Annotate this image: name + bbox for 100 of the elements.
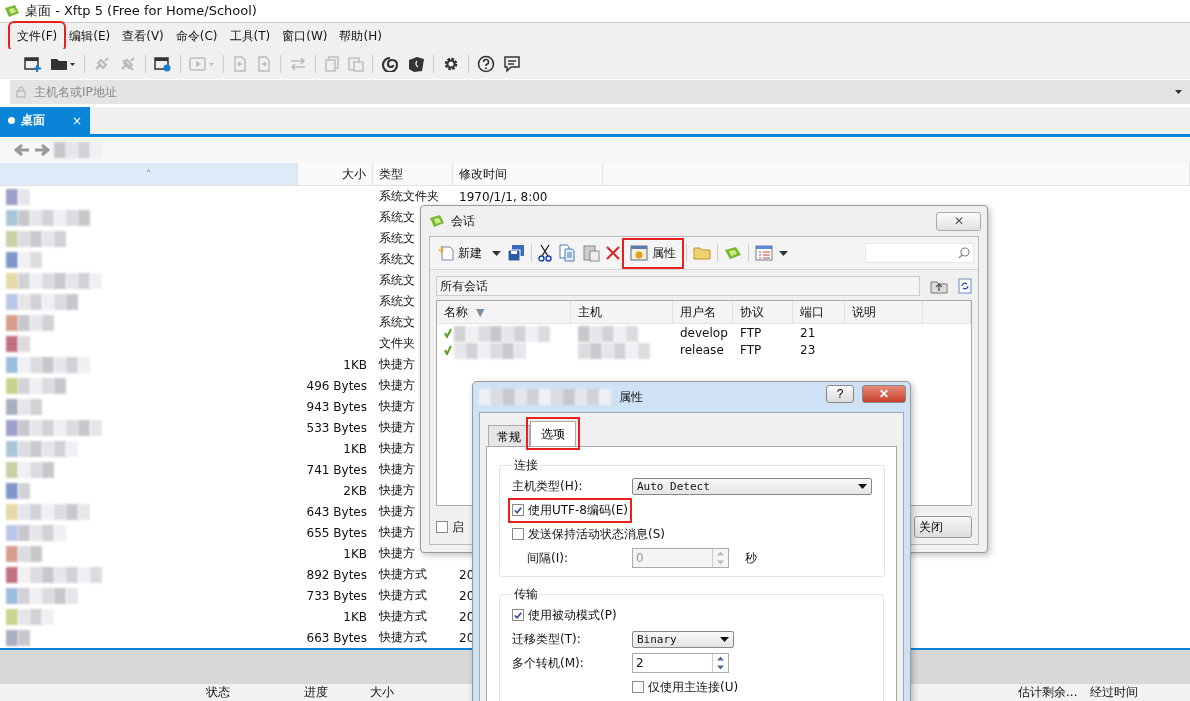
column-header[interactable]: 用户名: [673, 301, 733, 323]
table-cell: 892 Bytes: [306, 567, 367, 582]
back-icon[interactable]: [14, 144, 30, 156]
help-icon[interactable]: [477, 55, 495, 73]
search-field[interactable]: [865, 243, 974, 263]
blurred-text: [6, 230, 66, 247]
column-header[interactable]: 协议: [733, 301, 793, 323]
dropdown-icon[interactable]: [1175, 90, 1182, 94]
column-header[interactable]: 进度: [298, 684, 364, 701]
new-button[interactable]: 新建: [434, 241, 486, 265]
table-cell: 快捷方: [379, 504, 415, 518]
book-icon[interactable]: [407, 56, 425, 72]
group-title: 传输: [513, 586, 539, 603]
close-button[interactable]: 关闭: [914, 516, 972, 538]
properties-button[interactable]: 属性: [626, 241, 680, 265]
settings-icon[interactable]: [442, 55, 460, 73]
chat-icon[interactable]: [503, 55, 521, 73]
checkbox[interactable]: [512, 504, 524, 516]
scissors-icon[interactable]: [538, 244, 552, 262]
blurred-text: [6, 188, 30, 205]
dialog-title: 属性: [619, 388, 643, 406]
blurred-text: [6, 377, 66, 394]
blurred-text: [578, 342, 650, 357]
column-header[interactable]: 说明: [845, 301, 923, 323]
column-header[interactable]: 大小: [298, 163, 373, 185]
column-header[interactable]: 经过时间: [1084, 684, 1190, 701]
copy-icon[interactable]: [558, 244, 576, 262]
blurred-text: [6, 629, 30, 646]
column-header[interactable]: 状态: [200, 684, 298, 701]
column-header[interactable]: 名称 ▼: [437, 301, 571, 323]
column-header[interactable]: 类型: [373, 163, 453, 185]
checkbox[interactable]: [632, 681, 644, 693]
table-cell: 快捷方: [379, 378, 415, 392]
table-cell: 系统文: [379, 231, 415, 245]
menu-item[interactable]: 查看(V): [117, 24, 169, 48]
lock-icon: [16, 86, 26, 98]
blurred-text: [6, 293, 78, 310]
app-logo-icon[interactable]: [724, 246, 742, 260]
column-header[interactable]: 主机: [571, 301, 673, 323]
new-window-icon[interactable]: [24, 56, 42, 72]
folder-icon[interactable]: [50, 56, 76, 72]
refresh-icon[interactable]: [958, 278, 972, 294]
settings-window-icon[interactable]: [154, 56, 172, 72]
table-cell-text: 23: [799, 342, 817, 357]
delete-icon[interactable]: [606, 246, 620, 260]
menu-item[interactable]: 工具(T): [224, 24, 276, 48]
table-cell: 733 Bytes: [306, 588, 367, 603]
number-field[interactable]: 2: [632, 653, 729, 673]
table-cell: 系统文: [379, 315, 415, 329]
menu-item[interactable]: 帮助(H): [334, 24, 387, 48]
table-cell: 系统文: [379, 294, 415, 308]
table-cell: 643 Bytes: [306, 504, 367, 519]
dropdown-icon[interactable]: [779, 250, 788, 256]
forward-icon[interactable]: [34, 144, 50, 156]
paste-icon[interactable]: [582, 244, 600, 262]
column-header[interactable]: 端口: [793, 301, 845, 323]
blurred-text: [6, 440, 78, 457]
checkbox[interactable]: [436, 521, 448, 533]
menu-item[interactable]: 命令(C): [170, 24, 223, 48]
dropdown[interactable]: Auto Detect: [632, 477, 872, 495]
menu-item[interactable]: 窗口(W): [277, 24, 333, 48]
table-cell-text: 21: [799, 325, 817, 340]
path-field[interactable]: 所有会话: [436, 276, 920, 296]
table-cell: 快捷方: [379, 462, 415, 476]
blurred-text: [578, 325, 638, 340]
swirl-icon[interactable]: [381, 56, 399, 72]
help-button[interactable]: ?: [826, 385, 854, 403]
save-icon[interactable]: [507, 244, 525, 262]
table-cell: 533 Bytes: [306, 420, 367, 435]
table-cell: 快捷方: [379, 357, 415, 371]
table-cell-text: develop: [679, 325, 729, 340]
column-header[interactable]: 估计剩余...: [1012, 684, 1084, 701]
checkbox-label: 仅使用主连接(U): [648, 678, 739, 696]
checkbox[interactable]: [512, 528, 524, 540]
address-field[interactable]: 主机名或IP地址: [10, 80, 1190, 104]
app-logo-icon: [4, 5, 20, 17]
table-cell: 快捷方: [379, 441, 415, 455]
table-cell: 快捷方: [379, 546, 415, 560]
dropdown[interactable]: Binary: [632, 630, 734, 648]
tab[interactable]: 桌面 ×: [0, 107, 90, 134]
blurred-text: [6, 545, 42, 562]
column-header[interactable]: 修改时间: [453, 163, 603, 185]
field-label: 间隔(I):: [526, 549, 569, 567]
close-button[interactable]: ✕: [936, 211, 981, 231]
table-cell: 655 Bytes: [306, 525, 367, 540]
blurred-text: [6, 524, 66, 541]
table-cell: 1KB: [343, 441, 367, 456]
table-cell-text: release: [679, 342, 725, 357]
menu-item[interactable]: 编辑(E): [64, 24, 116, 48]
tab[interactable]: 常规: [488, 425, 530, 446]
dropdown-icon: [858, 483, 867, 489]
folder-up-icon[interactable]: [930, 278, 948, 294]
checkbox[interactable]: [512, 609, 524, 621]
blurred-text: [6, 251, 42, 268]
blurred-text: [6, 461, 54, 478]
list-view-icon[interactable]: [755, 245, 773, 261]
blurred-text: [6, 587, 78, 604]
dropdown-icon[interactable]: [492, 250, 501, 256]
table-cell: 741 Bytes: [306, 462, 367, 477]
checkbox-label: 发送保持活动状态消息(S): [528, 525, 665, 543]
